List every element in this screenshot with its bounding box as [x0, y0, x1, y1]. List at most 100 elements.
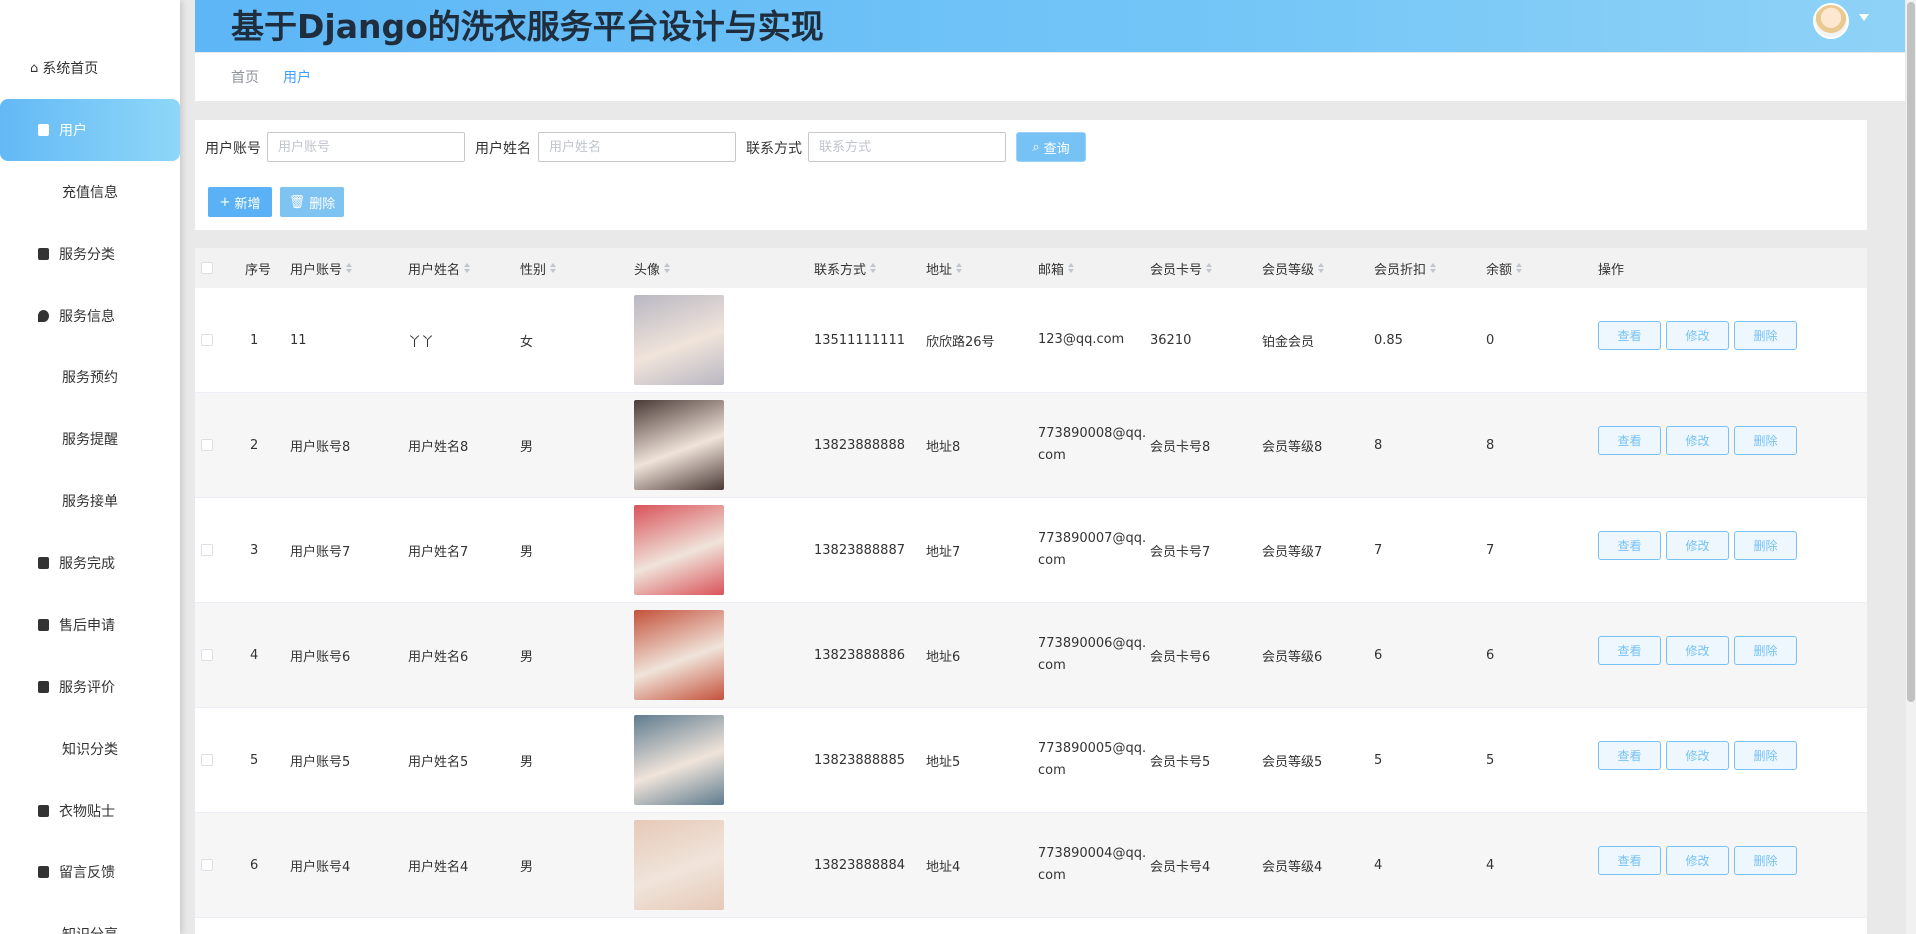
- view-row-button[interactable]: 查看: [1598, 741, 1661, 770]
- delete-button[interactable]: 🗑 删除: [280, 187, 344, 217]
- sort-icon[interactable]: [1206, 263, 1213, 273]
- row-checkbox[interactable]: [201, 393, 213, 497]
- column-header-3[interactable]: 性别: [520, 248, 557, 288]
- cell-gender-text: 男: [520, 859, 534, 875]
- checkbox-box[interactable]: [201, 334, 213, 346]
- cell-discount-text: 4: [1374, 857, 1383, 873]
- column-header-7[interactable]: 邮箱: [1038, 248, 1075, 288]
- delete-row-button[interactable]: 删除: [1734, 321, 1797, 350]
- checkbox-box[interactable]: [201, 859, 213, 871]
- row-checkbox[interactable]: [201, 288, 213, 392]
- account-input[interactable]: [267, 132, 465, 162]
- cell-card: 36210: [1150, 288, 1191, 392]
- sidebar-item-12[interactable]: 留言反馈: [0, 841, 180, 903]
- page-scrollbar[interactable]: [1906, 0, 1916, 934]
- row-checkbox[interactable]: [201, 498, 213, 602]
- avatar-image: [634, 820, 724, 910]
- sidebar-item-0[interactable]: 用户: [0, 99, 180, 161]
- column-header-9[interactable]: 会员等级: [1262, 248, 1325, 288]
- user-avatar[interactable]: [1813, 3, 1849, 39]
- checkbox-box[interactable]: [201, 439, 213, 451]
- view-row-button[interactable]: 查看: [1598, 321, 1661, 350]
- sidebar-item-label: 服务完成: [59, 556, 115, 572]
- checkbox-box[interactable]: [201, 649, 213, 661]
- name-input[interactable]: [538, 132, 736, 162]
- select-all-checkbox[interactable]: [201, 248, 213, 288]
- delete-row-button[interactable]: 删除: [1734, 531, 1797, 560]
- view-row-button[interactable]: 查看: [1598, 426, 1661, 455]
- add-button[interactable]: + 新增: [208, 187, 272, 217]
- cell-discount: 8: [1374, 393, 1382, 497]
- row-checkbox[interactable]: [201, 603, 213, 707]
- column-header-label: 用户账号: [290, 262, 343, 278]
- sidebar-item-6[interactable]: 服务接单: [0, 470, 180, 532]
- sidebar-item-3[interactable]: 服务信息: [0, 285, 180, 347]
- sidebar-item-2[interactable]: 服务分类: [0, 223, 180, 285]
- delete-row-button[interactable]: 删除: [1734, 636, 1797, 665]
- sidebar-home[interactable]: ⌂ 系统首页: [30, 58, 98, 78]
- sort-icon[interactable]: [1068, 263, 1075, 273]
- view-row-button[interactable]: 查看: [1598, 531, 1661, 560]
- cell-level: 会员等级4: [1262, 813, 1322, 917]
- column-header-10[interactable]: 会员折扣: [1374, 248, 1437, 288]
- column-header-6[interactable]: 地址: [926, 248, 963, 288]
- edit-row-button[interactable]: 修改: [1666, 846, 1729, 875]
- sidebar-item-8[interactable]: 售后申请: [0, 594, 180, 656]
- sidebar-item-11[interactable]: 衣物贴士: [0, 780, 180, 842]
- row-checkbox[interactable]: [201, 708, 213, 812]
- sidebar-item-4[interactable]: 服务预约: [0, 346, 180, 408]
- cell-discount: 4: [1374, 813, 1382, 917]
- cell-phone: 13823888888: [814, 393, 905, 497]
- edit-row-button[interactable]: 修改: [1666, 321, 1729, 350]
- sort-icon[interactable]: [956, 263, 963, 273]
- sidebar-item-1[interactable]: 充值信息: [0, 161, 180, 223]
- sort-icon[interactable]: [464, 263, 471, 273]
- sidebar-item-7[interactable]: 服务完成: [0, 532, 180, 594]
- delete-row-button[interactable]: 删除: [1734, 426, 1797, 455]
- sort-icon[interactable]: [346, 263, 353, 273]
- edit-row-button[interactable]: 修改: [1666, 426, 1729, 455]
- edit-row-button[interactable]: 修改: [1666, 636, 1729, 665]
- row-checkbox[interactable]: [201, 813, 213, 917]
- cell-gender: 男: [520, 708, 533, 812]
- query-button[interactable]: ⌕ 查询: [1016, 132, 1086, 162]
- delete-row-button[interactable]: 删除: [1734, 846, 1797, 875]
- sidebar-item-13[interactable]: 知识分享: [0, 903, 180, 934]
- sort-icon[interactable]: [550, 263, 557, 273]
- edit-row-button[interactable]: 修改: [1666, 531, 1729, 560]
- column-header-8[interactable]: 会员卡号: [1150, 248, 1213, 288]
- cell-name: 用户姓名8: [408, 393, 468, 497]
- sort-icon[interactable]: [1318, 263, 1325, 273]
- sidebar-item-5[interactable]: 服务提醒: [0, 408, 180, 470]
- checkbox-box[interactable]: [201, 262, 213, 274]
- column-header-4[interactable]: 头像: [634, 248, 671, 288]
- edit-row-button[interactable]: 修改: [1666, 741, 1729, 770]
- cell-no: 4: [250, 603, 258, 707]
- cell-no-text: 1: [250, 332, 259, 348]
- sidebar-item-label: 服务预约: [62, 370, 118, 386]
- cell-level: 会员等级5: [1262, 708, 1322, 812]
- sort-icon[interactable]: [1430, 263, 1437, 273]
- sidebar-item-10[interactable]: 知识分类: [0, 718, 180, 780]
- avatar-image: [634, 400, 724, 490]
- column-header-11[interactable]: 余额: [1486, 248, 1523, 288]
- cell-no-text: 6: [250, 857, 259, 873]
- contact-input[interactable]: [808, 132, 1006, 162]
- sidebar-item-9[interactable]: 服务评价: [0, 656, 180, 718]
- sort-icon[interactable]: [664, 263, 671, 273]
- column-header-1[interactable]: 用户账号: [290, 248, 353, 288]
- column-header-5[interactable]: 联系方式: [814, 248, 877, 288]
- checkbox-box[interactable]: [201, 754, 213, 766]
- breadcrumb-home[interactable]: 首页: [231, 67, 259, 87]
- chevron-down-icon[interactable]: [1859, 14, 1869, 21]
- checkbox-box[interactable]: [201, 544, 213, 556]
- view-row-button[interactable]: 查看: [1598, 636, 1661, 665]
- sort-icon[interactable]: [870, 263, 877, 273]
- scrollbar-thumb[interactable]: [1907, 2, 1915, 702]
- sort-icon[interactable]: [1516, 263, 1523, 273]
- column-header-2[interactable]: 用户姓名: [408, 248, 471, 288]
- avatar-image: [634, 610, 724, 700]
- view-row-button[interactable]: 查看: [1598, 846, 1661, 875]
- delete-row-button[interactable]: 删除: [1734, 741, 1797, 770]
- cell-discount-text: 7: [1374, 542, 1383, 558]
